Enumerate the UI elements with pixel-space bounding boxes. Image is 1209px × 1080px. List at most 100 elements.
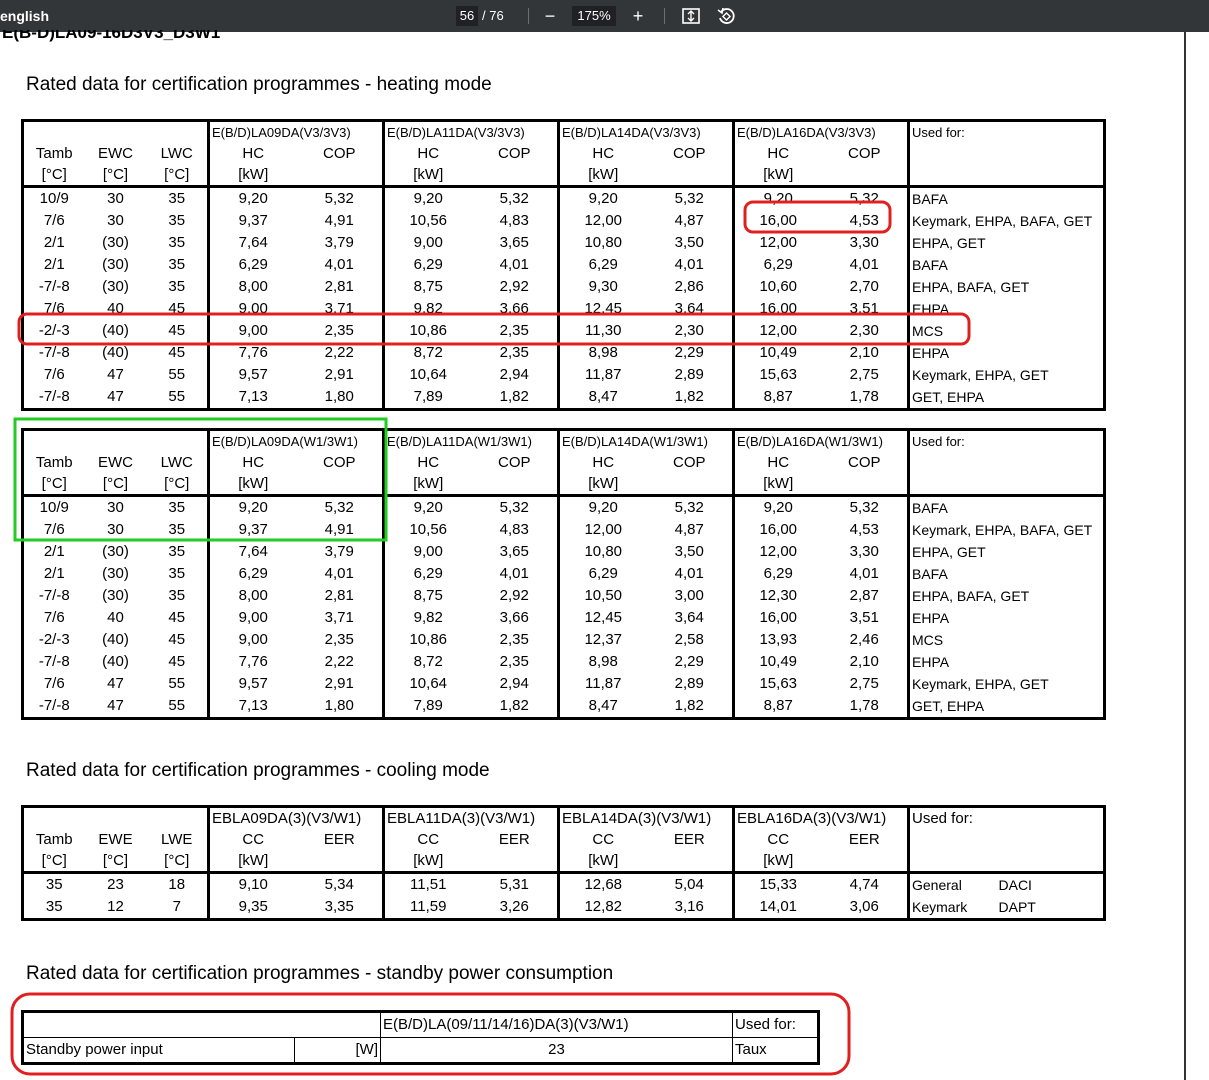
zoom-input[interactable]: 175% <box>572 6 616 26</box>
cell: 15,63 <box>732 673 822 695</box>
cell: 15,63 <box>732 364 822 386</box>
cell: 7,89 <box>382 386 472 410</box>
cell: 12 <box>107 898 124 915</box>
standby-label: Standby power input <box>22 1037 295 1064</box>
cell: 4,53 <box>849 521 879 538</box>
document-heading: E(B-D)LA09-16D3V3_D3W1 <box>2 30 221 42</box>
kw-header: [kW] <box>732 850 822 874</box>
cell: 2,35 <box>499 631 529 648</box>
used-for-cell: EHPA <box>907 298 1105 320</box>
cell: 2,10 <box>849 344 879 361</box>
cell: 7/6 <box>43 300 65 317</box>
table-row: 7/6 40 45 9,00 3,71 9,82 3,66 12,45 3,64 16,00 3,5… <box>23 607 1105 629</box>
cell: 4,91 <box>324 521 354 538</box>
used-for-cell: BAFA <box>907 495 1105 519</box>
table-row: -7/-8 47 55 7,13 1,80 7,89 1,82 8,47 1,82 8,87 1,7… <box>23 695 1105 719</box>
cell: 30 <box>107 190 124 207</box>
cell: 2,92 <box>499 587 529 604</box>
model-header: E(B/D)LA14DA(V3/3V3) <box>557 120 734 143</box>
cell: 12,45 <box>557 607 647 629</box>
cell: 4,91 <box>324 212 354 229</box>
cell: 35 <box>168 278 186 295</box>
cell: 2,89 <box>674 675 704 692</box>
cell: 12,00 <box>732 232 822 254</box>
cell: 8,87 <box>732 386 822 410</box>
cell: 12,37 <box>557 629 647 651</box>
rotate-icon[interactable] <box>716 6 736 26</box>
cell: 4,01 <box>849 256 879 273</box>
cell: -7/-8 <box>38 587 70 604</box>
cell: 7,13 <box>207 386 297 410</box>
heating-w1-table: E(B/D)LA09DA(W1/3W1) E(B/D)LA11DA(W1/3W1)… <box>21 428 1106 720</box>
cell: 35 <box>45 876 63 893</box>
pdf-toolbar: english 56 / 76 − 175% + <box>0 0 1209 32</box>
cop-header: COP <box>322 145 356 162</box>
table-row: 35 12 7 9,35 3,35 11,59 3,26 12,82 3,16 … <box>23 896 1105 920</box>
unit-header: [°C] <box>84 164 147 188</box>
cell: 3,64 <box>674 609 704 626</box>
toolbar-divider <box>664 8 665 24</box>
cell: 3,71 <box>324 609 354 626</box>
cc-header: CC <box>382 829 472 850</box>
cell: 5,32 <box>674 190 704 207</box>
cell: 9,37 <box>207 519 297 541</box>
cell: 9,00 <box>207 320 297 342</box>
cell: 8,98 <box>557 342 647 364</box>
table-row: -7/-8 (30) 35 8,00 2,81 8,75 2,92 10,50 3,00 12,3… <box>23 585 1105 607</box>
cell: 6,29 <box>207 563 297 585</box>
cell: 15,33 <box>732 872 822 896</box>
cell: (40) <box>102 344 129 361</box>
cell: 2,30 <box>849 322 879 339</box>
cell: 4,01 <box>499 256 529 273</box>
standby-program: Taux <box>732 1037 819 1064</box>
cell: 2,91 <box>324 675 354 692</box>
toolbar-divider <box>528 8 529 24</box>
used-for-cell: EHPA <box>907 607 1105 629</box>
cell: 8,47 <box>557 386 647 410</box>
page-edge <box>1184 32 1186 1080</box>
cell: 5,32 <box>849 499 879 516</box>
fit-page-icon[interactable] <box>681 6 701 26</box>
cell: 9,20 <box>732 495 822 519</box>
page-total: / 76 <box>482 8 504 23</box>
used-for-header: Used for: <box>907 806 1105 829</box>
cell: 45 <box>168 322 186 339</box>
cell: 5,31 <box>499 876 529 893</box>
cell: 2,94 <box>499 366 529 383</box>
cell: 3,71 <box>324 300 354 317</box>
cell: 12,00 <box>732 320 822 342</box>
cell: 12,00 <box>557 210 647 232</box>
cell: 30 <box>107 499 124 516</box>
cell: 4,83 <box>499 521 529 538</box>
cell: 9,20 <box>732 186 822 210</box>
cell: 7/6 <box>43 366 65 383</box>
standby-section-title: Rated data for certification programmes … <box>26 963 614 984</box>
cell: 2,35 <box>499 322 529 339</box>
cell: 3,30 <box>849 543 879 560</box>
used-for-cell: EHPA <box>907 342 1105 364</box>
cell: 1,80 <box>324 388 354 405</box>
cc-header: CC <box>557 829 647 850</box>
cell: 6,29 <box>732 254 822 276</box>
used-for-cell: BAFA <box>907 563 1105 585</box>
cell: 45 <box>168 300 186 317</box>
col-header: LWE <box>161 831 193 848</box>
cell: (30) <box>102 565 129 582</box>
cell: (30) <box>102 587 129 604</box>
table-row: 35 23 18 9,10 5,34 11,51 5,31 12,68 5,04… <box>23 872 1105 896</box>
unit-header: [°C] <box>146 473 209 497</box>
cell: 3,30 <box>849 234 879 251</box>
cell: 2,86 <box>674 278 704 295</box>
cell: 9,00 <box>207 629 297 651</box>
col-header: EWC <box>98 145 133 162</box>
minus-icon[interactable]: − <box>538 4 562 28</box>
unit-header: [°C] <box>22 850 85 874</box>
cell: 5,32 <box>849 190 879 207</box>
cell: 4,01 <box>324 256 354 273</box>
cell: 47 <box>107 388 124 405</box>
cell: 10,64 <box>382 364 472 386</box>
plus-icon[interactable]: + <box>626 4 650 28</box>
page-number-input[interactable]: 56 <box>456 6 478 26</box>
hc-header: HC <box>382 452 472 473</box>
cell: 2,30 <box>674 322 704 339</box>
